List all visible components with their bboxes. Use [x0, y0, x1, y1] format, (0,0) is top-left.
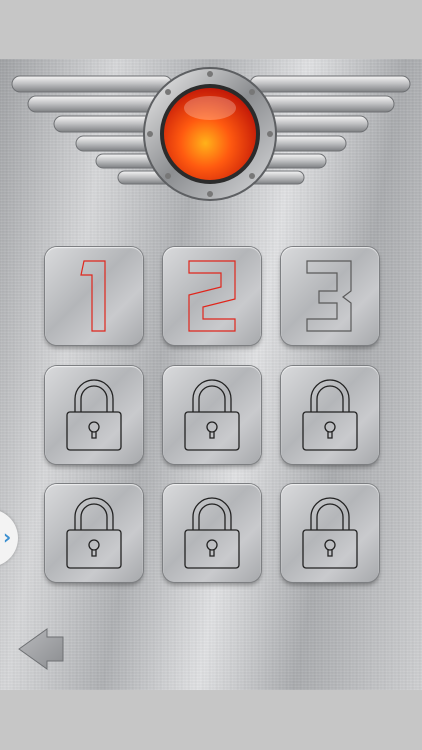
- padlock-icon: [66, 379, 122, 451]
- winged-red-button-icon: [11, 67, 411, 201]
- level-3-number: [306, 260, 352, 332]
- bottom-bar: [0, 690, 422, 750]
- level-tile-3[interactable]: [281, 247, 379, 345]
- padlock-icon: [302, 497, 358, 569]
- padlock-icon: [184, 379, 240, 451]
- level-tile-locked[interactable]: [45, 366, 143, 464]
- padlock-icon: [302, 379, 358, 451]
- level-2-number: [188, 260, 236, 332]
- level-tile-locked[interactable]: [163, 484, 261, 582]
- padlock-icon: [184, 497, 240, 569]
- level-tile-locked[interactable]: [45, 484, 143, 582]
- padlock-icon: [66, 497, 122, 569]
- back-arrow-icon[interactable]: [17, 627, 67, 671]
- level-tile-locked[interactable]: [281, 366, 379, 464]
- level-tile-locked[interactable]: [281, 484, 379, 582]
- level-tile-locked[interactable]: [163, 366, 261, 464]
- level-tile-2[interactable]: [163, 247, 261, 345]
- chevron-right-icon: ›: [3, 525, 12, 549]
- level-1-number: [80, 260, 106, 332]
- top-bar: [0, 0, 422, 59]
- level-tile-1[interactable]: [45, 247, 143, 345]
